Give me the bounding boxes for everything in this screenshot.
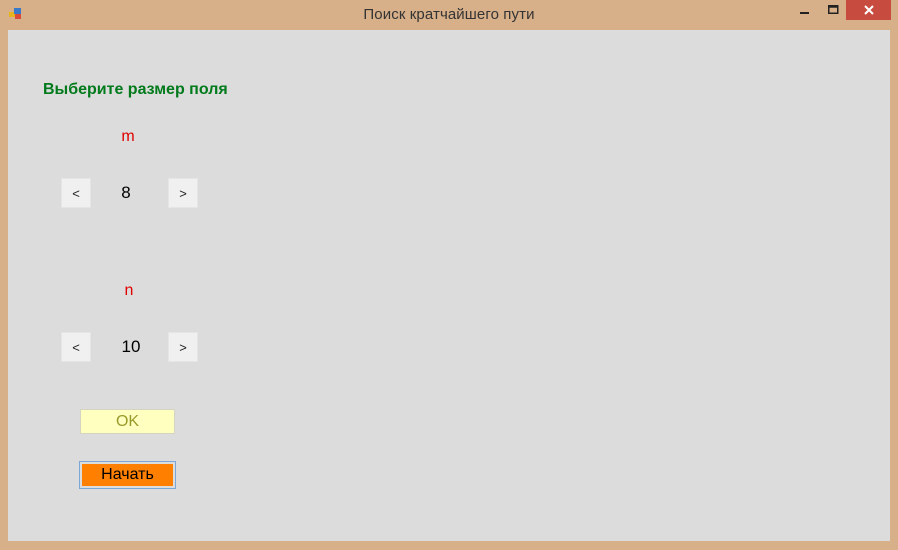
field-size-heading: Выберите размер поля bbox=[43, 81, 228, 98]
maximize-icon bbox=[827, 5, 838, 14]
form-client-area: Выберите размер поля m < 8 > n < 10 > OK… bbox=[8, 30, 890, 541]
m-label: m bbox=[121, 128, 135, 145]
m-increment-button[interactable]: > bbox=[168, 178, 198, 208]
start-button-label: Начать bbox=[82, 464, 173, 486]
m-decrement-button[interactable]: < bbox=[61, 178, 91, 208]
minimize-icon bbox=[800, 12, 809, 14]
start-button[interactable]: Начать bbox=[79, 461, 176, 489]
m-value: 8 bbox=[121, 183, 131, 202]
title-bar[interactable]: Поиск кратчайшего пути bbox=[0, 0, 898, 30]
n-decrement-button[interactable]: < bbox=[61, 332, 91, 362]
ok-button[interactable]: OK bbox=[80, 409, 175, 434]
n-increment-button[interactable]: > bbox=[168, 332, 198, 362]
close-icon bbox=[863, 5, 874, 15]
window-title: Поиск кратчайшего пути bbox=[363, 6, 535, 23]
n-value: 10 bbox=[121, 337, 141, 356]
close-button[interactable] bbox=[846, 0, 891, 20]
n-label: n bbox=[124, 282, 134, 299]
minimize-button[interactable] bbox=[792, 0, 818, 20]
maximize-button[interactable] bbox=[820, 0, 846, 20]
